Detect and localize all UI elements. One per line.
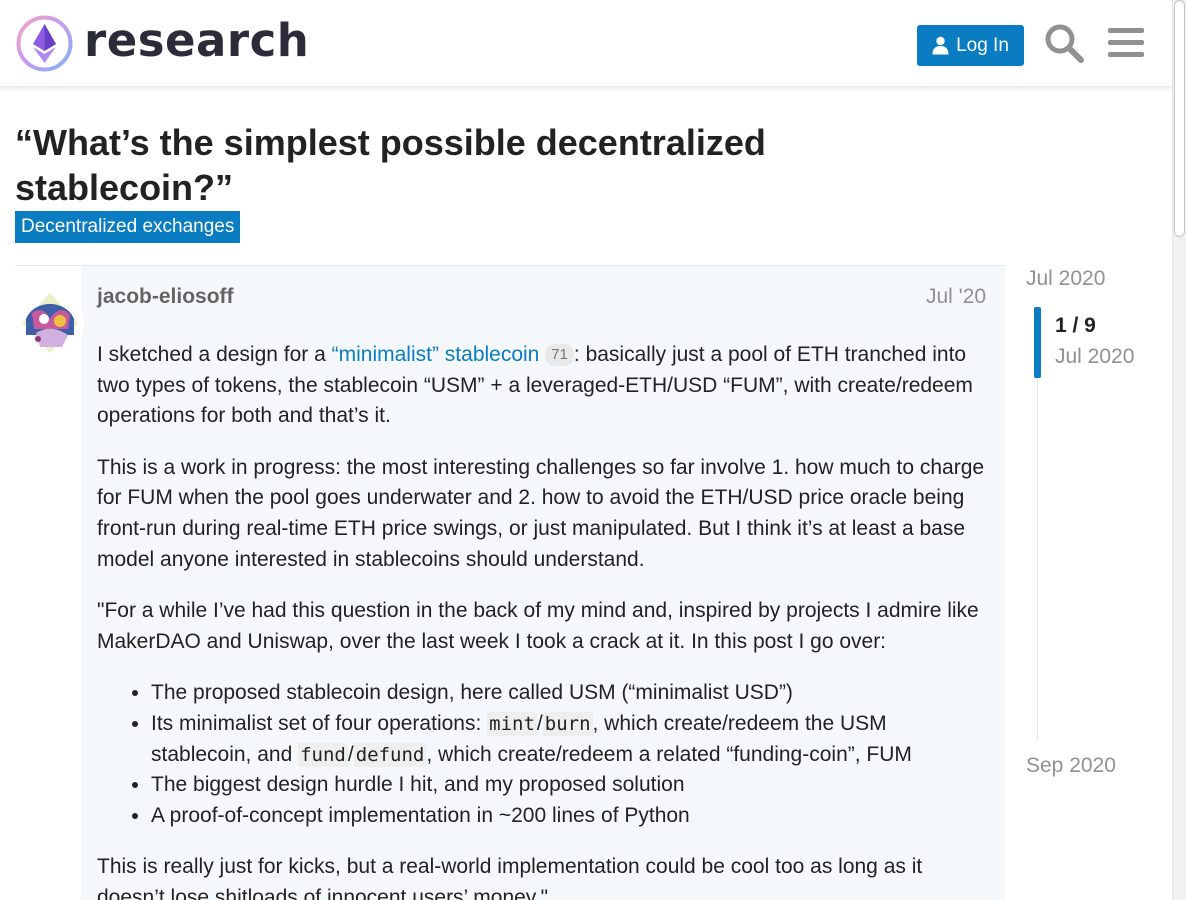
post-username[interactable]: jacob-eliosoff — [97, 285, 234, 309]
timeline-position-date: Jul 2020 — [1055, 345, 1135, 368]
category-badge[interactable]: Decentralized exchanges — [15, 211, 241, 243]
post-date[interactable]: Jul '20 — [926, 285, 986, 309]
text: / — [536, 711, 543, 735]
post-paragraph: "For a while I’ve had this question in t… — [97, 599, 979, 653]
timeline-scroll-handle[interactable] — [1034, 307, 1041, 378]
logo-text: research — [84, 14, 310, 67]
link-click-count: 71 — [545, 344, 574, 366]
page-scrollbar[interactable] — [1172, 0, 1186, 900]
login-button-label: Log In — [956, 34, 1009, 56]
page-scrollbar-thumb[interactable] — [1174, 0, 1185, 237]
timeline-position: 1 / 9 — [1055, 314, 1096, 337]
code-fund: fund — [298, 742, 348, 767]
timeline-end-date[interactable]: Sep 2020 — [1026, 754, 1116, 778]
user-avatar-icon — [16, 289, 84, 357]
avatar[interactable] — [16, 289, 84, 357]
text: I sketched a design for a — [97, 343, 332, 366]
login-button[interactable]: Log In — [917, 25, 1024, 66]
code-mint: mint — [487, 711, 537, 736]
hamburger-menu-icon[interactable] — [1106, 22, 1148, 64]
topic-title[interactable]: “What’s the simplest possible decentrali… — [15, 120, 945, 210]
text: / — [347, 742, 354, 766]
post-content: I sketched a design for a “minimalist” s… — [97, 340, 987, 900]
list-item: The biggest design hurdle I hit, and my … — [151, 770, 987, 801]
minimalist-stablecoin-link[interactable]: “minimalist” stablecoin — [332, 343, 540, 366]
code-burn: burn — [542, 711, 593, 736]
list-item: A proof-of-concept implementation in ~20… — [151, 801, 987, 832]
post-paragraph: I sketched a design for a “minimalist” s… — [97, 340, 987, 432]
site-logo[interactable]: research — [16, 14, 310, 72]
list-item: The proposed stablecoin design, here cal… — [151, 678, 987, 709]
list-item: Its minimalist set of four operations: m… — [151, 709, 987, 770]
timeline-start-date[interactable]: Jul 2020 — [1026, 267, 1105, 291]
code-defund: defund — [353, 742, 427, 767]
search-icon[interactable] — [1043, 22, 1085, 64]
site-header: research Log In — [0, 0, 1172, 87]
user-icon — [932, 36, 949, 55]
post-paragraph: This is a work in progress: the most int… — [97, 455, 985, 571]
ethereum-research-logo-icon — [16, 15, 73, 72]
post-list: The proposed stablecoin design, here cal… — [151, 678, 987, 831]
text: , which create/redeem a related “funding… — [426, 742, 912, 766]
post-paragraph: This is really just for kicks, but a rea… — [97, 855, 923, 900]
text: Its minimalist set of four operations: — [151, 711, 488, 735]
